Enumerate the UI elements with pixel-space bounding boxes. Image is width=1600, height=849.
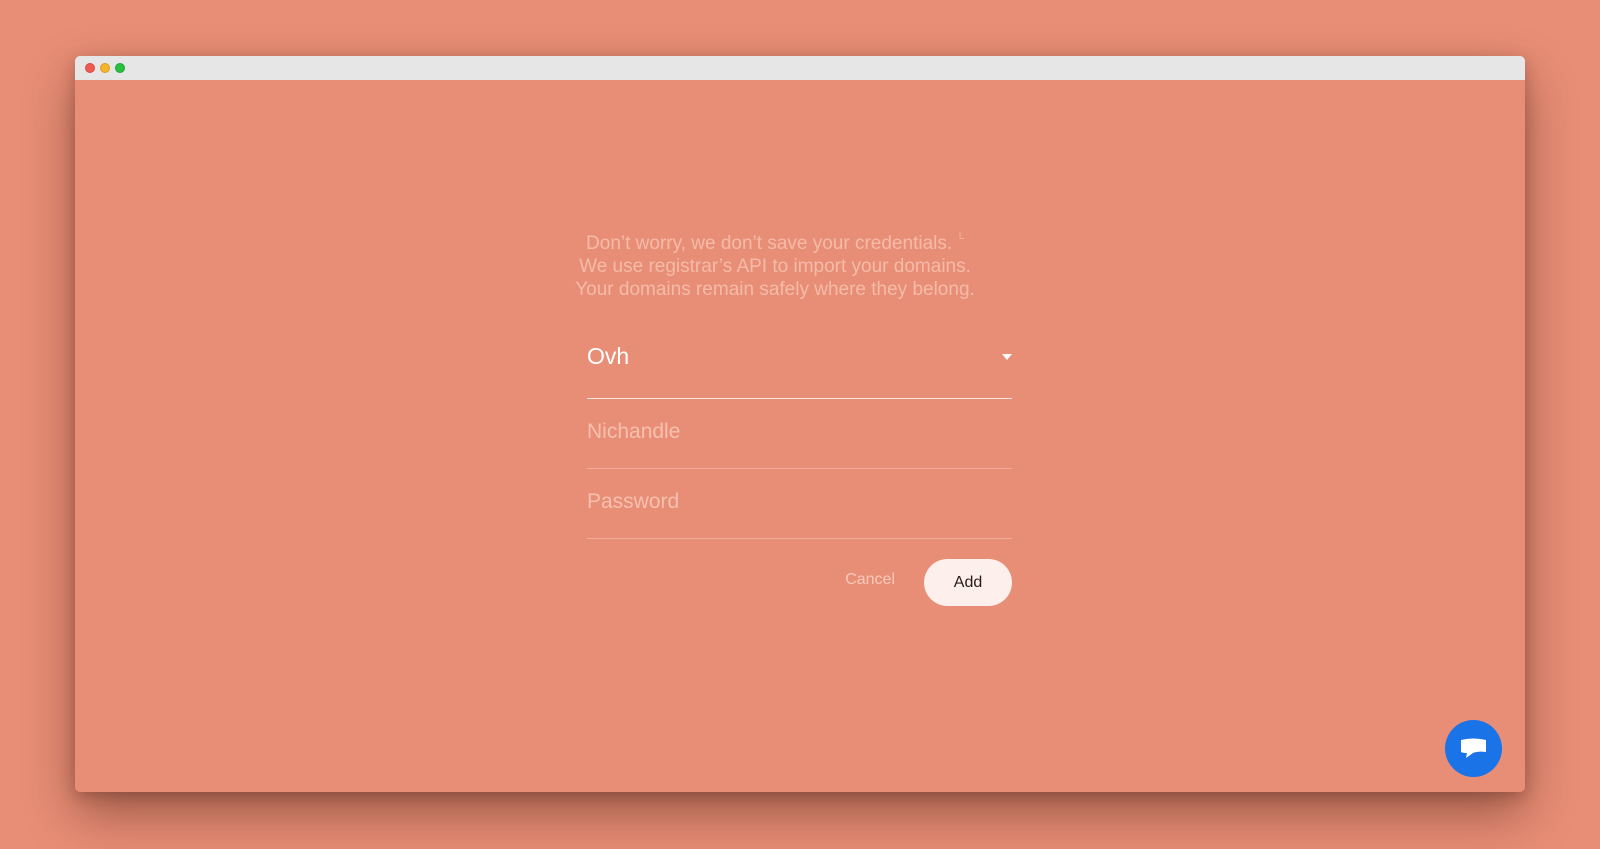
caret-down-icon[interactable] <box>1002 354 1012 360</box>
chat-bubble-icon <box>1461 738 1486 758</box>
info-line-3: Your domains remain safely where they be… <box>575 279 975 300</box>
chat-launcher-button[interactable] <box>1445 720 1502 777</box>
window-maximize-button[interactable] <box>115 63 125 73</box>
password-field <box>587 469 1012 539</box>
cursor-mark-icon: └ <box>956 233 964 245</box>
window-minimize-button[interactable] <box>100 63 110 73</box>
info-line-2: We use registrar’s API to import your do… <box>579 256 971 277</box>
registrar-select[interactable]: Ovh <box>587 318 1012 399</box>
page-content: Don’t worry, we don’t save your credenti… <box>75 80 1525 792</box>
browser-window: Don’t worry, we don’t save your credenti… <box>75 56 1525 792</box>
window-close-button[interactable] <box>85 63 95 73</box>
password-input[interactable] <box>587 487 1012 517</box>
credentials-info-text: Don’t worry, we don’t save your credenti… <box>475 228 1075 301</box>
registrar-selected-value: Ovh <box>587 343 630 369</box>
nichandle-input[interactable] <box>587 417 1012 447</box>
add-button[interactable]: Add <box>924 559 1012 606</box>
nichandle-field <box>587 399 1012 469</box>
cancel-button[interactable]: Cancel <box>845 571 895 589</box>
window-titlebar <box>75 56 1525 80</box>
info-line-1: Don’t worry, we don’t save your credenti… <box>586 233 964 254</box>
registrar-credentials-form: Ovh Cancel Add <box>587 318 1012 607</box>
form-actions: Cancel Add <box>587 539 1012 607</box>
